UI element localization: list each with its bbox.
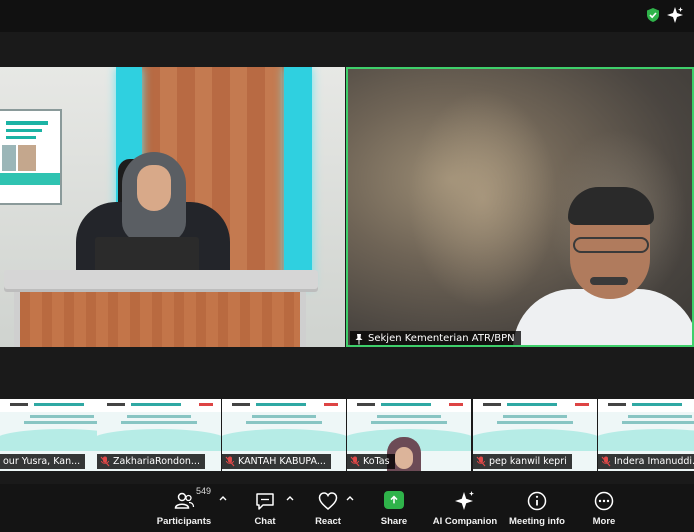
participant-name: ZakhariaRondon... [113, 456, 200, 467]
participants-icon [174, 492, 195, 509]
participant-name: Indera Imanuddi... [614, 456, 694, 467]
participant-name: pep kanwil kepri [489, 456, 567, 467]
participants-button[interactable]: Participants [144, 490, 224, 527]
presenter-face [137, 165, 171, 211]
more-label: More [592, 516, 616, 527]
mic-muted-icon [100, 456, 110, 467]
participant-name-tag: KoTas [347, 454, 395, 469]
meeting-toolbar: Participants 549 Chat React Share AI Com… [0, 484, 694, 532]
mic-muted-icon [225, 456, 235, 467]
participant-name-tag: our Yusra, Kan... [0, 454, 86, 469]
share-button[interactable]: Share [354, 490, 434, 527]
ai-companion-button[interactable]: AI Companion [425, 490, 505, 527]
meeting-info-label: Meeting info [509, 516, 565, 527]
shield-check-icon[interactable] [645, 7, 661, 23]
info-icon [527, 491, 547, 511]
participant-name: our Yusra, Kan... [3, 456, 81, 467]
participant-name-tag: ZakhariaRondon... [97, 454, 205, 469]
ai-companion-label: AI Companion [432, 516, 498, 527]
studio-poster [0, 109, 62, 205]
heart-icon [318, 492, 338, 510]
react-label: React [315, 516, 341, 527]
chat-icon [256, 493, 274, 510]
participant-thumbnail[interactable]: pep kanwil kepri [473, 399, 597, 471]
participant-name-tag: KANTAH KABUPA... [222, 454, 331, 469]
share-screen-icon [384, 491, 404, 509]
pin-icon [355, 334, 363, 345]
desk-front [14, 292, 306, 347]
chat-label: Chat [254, 516, 276, 527]
video-tile-active-speaker[interactable]: Sekjen Kementerian ATR/BPN [346, 67, 694, 347]
mic-muted-icon [601, 456, 611, 467]
more-icon [594, 491, 614, 511]
participant-name: KANTAH KABUPA... [238, 456, 326, 467]
participants-label: Participants [156, 516, 212, 527]
mic-muted-icon [350, 456, 360, 467]
speaker-mustache [590, 277, 628, 285]
sparkle-icon [455, 491, 474, 510]
video-stage: Sekjen Kementerian ATR/BPN [0, 32, 694, 411]
share-label: Share [380, 516, 408, 527]
participant-thumbnail[interactable]: KoTas [347, 399, 471, 471]
background-blur [408, 89, 558, 309]
participant-name: KoTas [363, 456, 390, 467]
sparkle-icon[interactable] [666, 6, 684, 24]
video-tile-studio[interactable] [0, 67, 345, 347]
thumbnail-strip: our Yusra, Kan... ZakhariaRondon... KANT… [0, 399, 694, 471]
participant-thumbnail[interactable]: KANTAH KABUPA... [222, 399, 346, 471]
desk-top [4, 270, 318, 292]
participant-thumbnail[interactable]: Indera Imanuddi... [598, 399, 694, 471]
speaker-name: Sekjen Kementerian ATR/BPN [368, 333, 515, 344]
participant-thumbnail[interactable]: ZakhariaRondon... [97, 399, 221, 471]
participants-count: 549 [196, 486, 212, 496]
mic-muted-icon [476, 456, 486, 467]
participant-name-tag: pep kanwil kepri [473, 454, 572, 469]
presenter-laptop [95, 237, 199, 273]
speaker-name-tag: Sekjen Kementerian ATR/BPN [350, 331, 521, 345]
participant-name-tag: Indera Imanuddi... [598, 454, 694, 469]
top-bar [0, 0, 694, 32]
more-button[interactable]: More [564, 490, 644, 527]
speaker-hair [568, 187, 654, 225]
neon-light-right [284, 67, 312, 287]
speaker-glasses [573, 237, 649, 253]
